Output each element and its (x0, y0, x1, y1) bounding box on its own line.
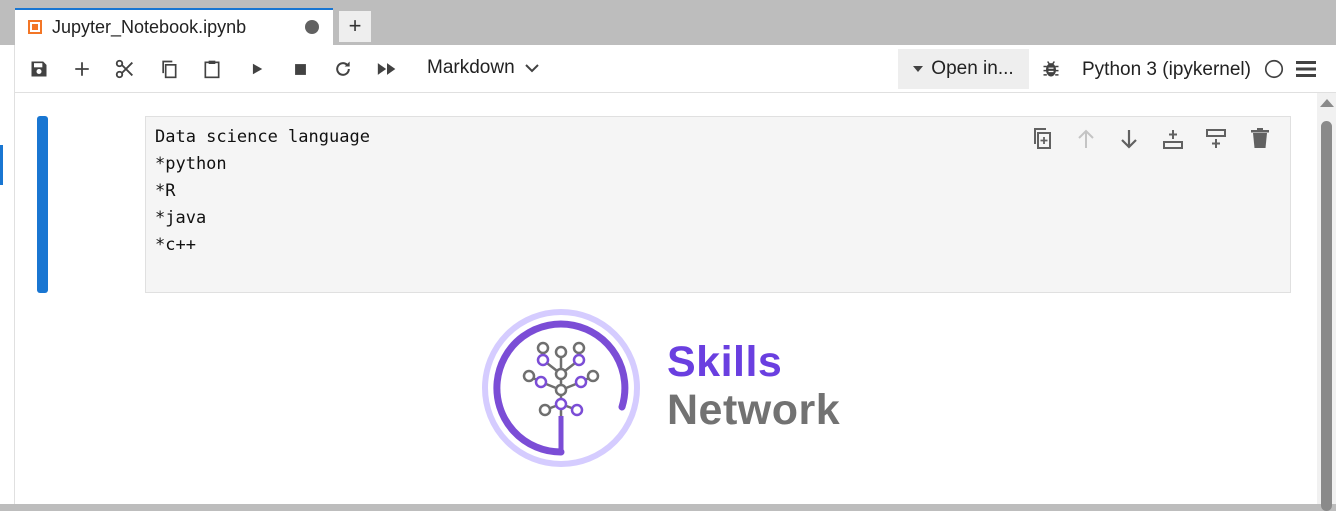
restart-button[interactable] (329, 55, 357, 83)
vertical-scrollbar[interactable] (1317, 93, 1336, 511)
kernel-name[interactable]: Python 3 (ipykernel) (1082, 59, 1251, 81)
new-tab-button[interactable]: + (338, 10, 372, 43)
insert-below-icon[interactable] (1204, 127, 1228, 151)
left-sidebar-strip (0, 45, 15, 504)
tab-title: Jupyter_Notebook.ipynb (52, 17, 247, 37)
copy-button[interactable] (155, 55, 183, 83)
run-button[interactable] (243, 55, 271, 83)
hamburger-icon (1296, 61, 1316, 77)
kernel-status-icon (1260, 55, 1288, 83)
notebook-tab[interactable]: Jupyter_Notebook.ipynb (15, 8, 333, 45)
open-in-button[interactable]: Open in... (898, 49, 1029, 89)
plus-icon (75, 62, 89, 76)
unsaved-indicator-icon[interactable] (305, 20, 319, 34)
paste-button[interactable] (198, 55, 226, 83)
trash-icon[interactable] (1248, 127, 1272, 151)
menu-button[interactable] (1292, 55, 1320, 83)
move-down-icon[interactable] (1117, 127, 1141, 151)
caret-down-icon (913, 66, 924, 72)
scissors-icon (115, 59, 133, 79)
open-in-label: Open in... (931, 58, 1014, 79)
brand-name-line1: Skills (667, 338, 783, 386)
cell-type-label: Markdown (427, 57, 515, 78)
insert-cell-button[interactable] (68, 55, 96, 83)
code-line: *java (155, 208, 207, 228)
debugger-button[interactable] (1037, 55, 1065, 83)
refresh-icon (336, 61, 350, 76)
save-button[interactable] (25, 55, 53, 83)
notebook-toolbar: Markdown Open in... Python 3 (ipykernel) (15, 45, 1336, 93)
brand-name-line2: Network (667, 386, 841, 434)
scrollbar-thumb[interactable] (1321, 121, 1332, 511)
restart-run-all-button[interactable] (373, 55, 401, 83)
code-line: *c++ (155, 235, 196, 255)
copy-icon (162, 60, 177, 79)
stop-icon (294, 63, 306, 75)
sidebar-active-marker (0, 145, 3, 185)
cell-toolbar (1031, 127, 1281, 151)
insert-above-icon[interactable] (1161, 127, 1185, 151)
duplicate-cell-icon[interactable] (1031, 127, 1055, 151)
play-icon (252, 63, 263, 75)
skills-network-logo-icon (482, 309, 640, 467)
markdown-cell-editor[interactable]: Data science language *python *R *java *… (145, 116, 1291, 293)
tab-bar: Jupyter_Notebook.ipynb + (0, 0, 1336, 45)
code-line: *python (155, 154, 227, 174)
notebook-panel: Data science language *python *R *java *… (15, 93, 1317, 504)
scroll-up-arrow-icon[interactable] (1320, 99, 1334, 107)
save-icon (31, 61, 47, 77)
move-up-icon[interactable] (1074, 127, 1098, 151)
cut-button[interactable] (111, 55, 139, 83)
clipboard-icon (204, 60, 220, 79)
cell-collapser[interactable] (37, 116, 48, 293)
chevron-down-icon (524, 64, 539, 73)
notebook-icon (28, 20, 42, 34)
fast-forward-icon (377, 63, 396, 75)
interrupt-button[interactable] (286, 55, 314, 83)
bug-icon (1043, 61, 1059, 77)
code-line: *R (155, 181, 176, 201)
code-line: Data science language (155, 127, 370, 147)
cell-type-dropdown[interactable]: Markdown (427, 57, 539, 79)
